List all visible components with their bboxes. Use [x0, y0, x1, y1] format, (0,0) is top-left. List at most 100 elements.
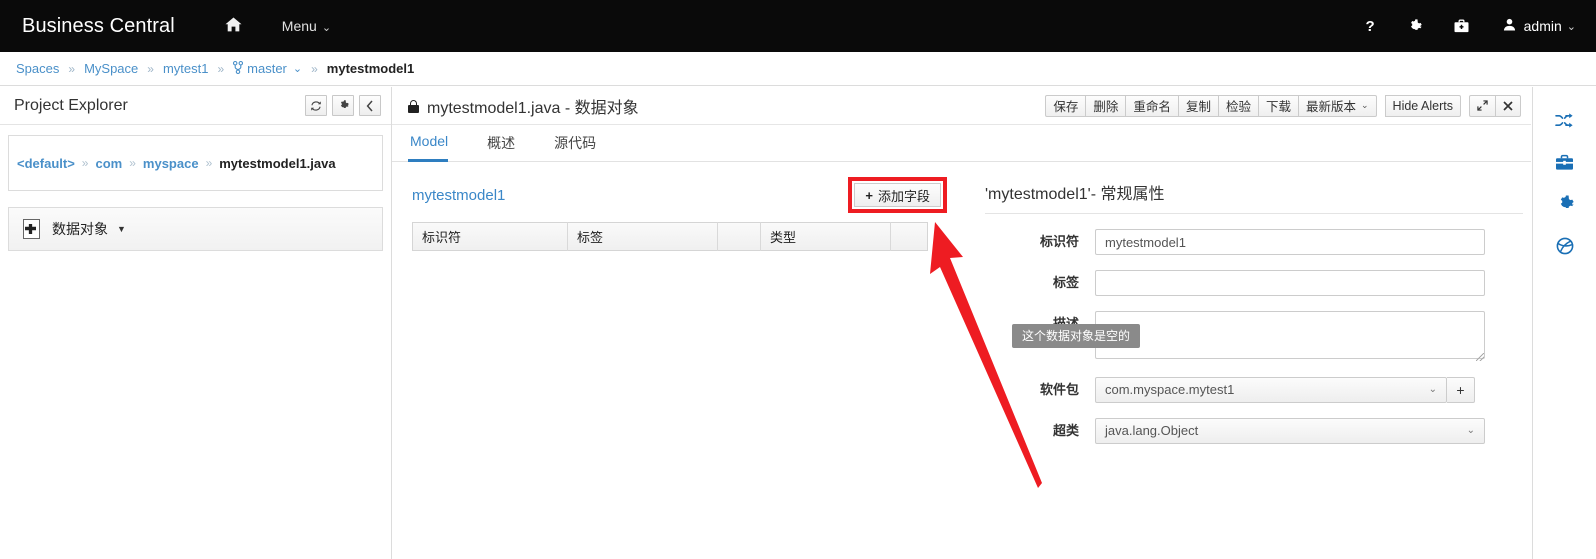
description-textarea[interactable]	[1095, 311, 1485, 359]
refresh-icon[interactable]	[305, 95, 327, 116]
right-icon-rail	[1532, 87, 1596, 559]
user-menu[interactable]: admin ⌄	[1503, 18, 1576, 34]
version-dropdown-button[interactable]: 最新版本 ⌄	[1298, 94, 1377, 117]
package-value: com.myspace.mytest1	[1105, 382, 1235, 397]
properties-column: 'mytestmodel1'- 常规属性 标识符 标签 描述 软件包 com	[947, 180, 1523, 444]
chevron-down-icon: ⌄	[321, 22, 332, 34]
properties-title: 'mytestmodel1'- 常规属性	[985, 180, 1523, 214]
avatar-icon	[1503, 18, 1516, 34]
label-label: 标签	[1052, 275, 1079, 290]
toolbar-main-group: 保存 删除 重命名 复制 检验 下载 最新版本 ⌄	[1045, 94, 1377, 117]
package-select[interactable]: com.myspace.mytest1 ⌄	[1095, 377, 1447, 403]
editor-main-area: mytestmodel1.java - 数据对象 保存 删除 重命名 复制 检验…	[392, 87, 1531, 559]
label-package: 软件包	[1039, 382, 1079, 397]
form-row-superclass: 超类 java.lang.Object ⌄	[985, 418, 1507, 444]
column-header-label[interactable]: 标签	[567, 222, 718, 251]
project-explorer-panel: Project Explorer <default> » com » myspa…	[0, 87, 392, 559]
resize-grip-icon[interactable]	[1476, 353, 1484, 361]
path-separator: »	[129, 156, 136, 170]
rename-button[interactable]: 重命名	[1126, 94, 1179, 117]
add-field-button[interactable]: + 添加字段	[854, 183, 941, 207]
identifier-input[interactable]	[1095, 229, 1485, 255]
fields-header: mytestmodel1 + 添加字段	[412, 177, 947, 213]
document-header: mytestmodel1.java - 数据对象 保存 删除 重命名 复制 检验…	[392, 87, 1531, 125]
form-row-package: 软件包 com.myspace.mytest1 ⌄ +	[985, 377, 1507, 403]
tab-model[interactable]: Model	[408, 125, 463, 162]
column-header-spacer-2	[891, 223, 928, 251]
maximize-icon[interactable]	[1469, 94, 1496, 117]
package-path-com[interactable]: com	[95, 156, 122, 171]
model-name-link[interactable]: mytestmodel1	[412, 187, 505, 204]
project-explorer-actions	[300, 95, 381, 116]
save-button[interactable]: 保存	[1045, 94, 1087, 117]
briefcase-icon[interactable]	[1454, 19, 1469, 33]
package-path-myspace[interactable]: myspace	[143, 156, 199, 171]
path-separator: »	[81, 156, 89, 170]
breadcrumb: Spaces » MySpace » mytest1 » master ⌄ » …	[0, 52, 1596, 86]
asset-type-label: 数据对象	[52, 221, 108, 237]
breadcrumb-item-master[interactable]: master	[247, 61, 287, 76]
label-input[interactable]	[1095, 270, 1485, 296]
empty-object-tooltip: 这个数据对象是空的	[1012, 324, 1141, 348]
version-label: 最新版本	[1305, 100, 1356, 114]
plus-icon: +	[865, 187, 873, 203]
collapse-panel-icon[interactable]	[359, 95, 381, 116]
shuffle-icon[interactable]	[1533, 99, 1596, 141]
delete-button[interactable]: 删除	[1086, 94, 1127, 117]
package-path-file: mytestmodel1.java	[219, 155, 336, 171]
home-icon[interactable]	[225, 17, 242, 36]
toolbar-window-group	[1469, 94, 1521, 117]
form-row-label: 标签	[985, 270, 1507, 296]
menu-dropdown[interactable]: Menu ⌄	[282, 18, 331, 34]
close-icon[interactable]	[1496, 94, 1521, 117]
fields-column: mytestmodel1 + 添加字段 标识符 标签 类型	[392, 177, 947, 444]
menu-label: Menu	[281, 18, 317, 34]
package-path-default[interactable]: <default>	[17, 156, 75, 171]
editor-tabs: Model 概述 源代码	[392, 125, 1531, 162]
document-title: mytestmodel1.java - 数据对象	[427, 99, 639, 117]
chevron-down-icon[interactable]: ⌄	[293, 62, 302, 75]
download-button[interactable]: 下载	[1258, 94, 1299, 117]
branch-icon	[233, 60, 244, 77]
package-path-breadcrumb: <default> » com » myspace » mytestmodel1…	[8, 135, 383, 191]
column-header-type[interactable]: 类型	[760, 222, 891, 251]
path-separator: »	[205, 156, 213, 170]
top-navbar: Business Central Menu ⌄ ? admin ⌄	[0, 0, 1596, 52]
data-object-icon	[23, 219, 40, 239]
tab-overview[interactable]: 概述	[485, 125, 530, 162]
breadcrumb-current: mytestmodel1	[326, 61, 415, 76]
add-package-button[interactable]: +	[1447, 377, 1475, 403]
settings-gear-icon[interactable]	[332, 95, 354, 116]
validate-button[interactable]: 检验	[1218, 94, 1259, 117]
navbar-right-group: ? admin ⌄	[1333, 18, 1576, 34]
breadcrumb-item-myspace[interactable]: MySpace	[84, 61, 138, 76]
copy-button[interactable]: 复制	[1178, 94, 1219, 117]
superclass-value: java.lang.Object	[1105, 423, 1199, 438]
column-header-identifier[interactable]: 标识符	[412, 222, 568, 251]
document-toolbar: 保存 删除 重命名 复制 检验 下载 最新版本 ⌄ Hide Alerts	[1045, 94, 1531, 117]
hide-alerts-button[interactable]: Hide Alerts	[1384, 94, 1461, 117]
help-icon[interactable]: ?	[1365, 19, 1374, 34]
gear-icon[interactable]	[1533, 183, 1596, 225]
toolbar-alerts-group: Hide Alerts	[1384, 94, 1461, 117]
breadcrumb-separator: »	[68, 61, 76, 76]
page-title: Project Explorer	[14, 96, 128, 114]
breadcrumb-item-mytest1[interactable]: mytest1	[163, 61, 209, 76]
breadcrumb-item-spaces[interactable]: Spaces	[16, 61, 59, 76]
globe-icon[interactable]	[1533, 225, 1596, 267]
project-explorer-header: Project Explorer	[0, 87, 391, 125]
superclass-select[interactable]: java.lang.Object ⌄	[1095, 418, 1485, 444]
chevron-down-icon: ⌄	[1428, 384, 1437, 395]
asset-type-selector[interactable]: 数据对象 ▼	[8, 207, 383, 251]
add-field-label: 添加字段	[877, 188, 930, 204]
chevron-down-icon: ▼	[117, 224, 126, 234]
add-field-highlight: + 添加字段	[848, 177, 947, 213]
user-name: admin	[1523, 18, 1562, 34]
model-editor: mytestmodel1 + 添加字段 标识符 标签 类型 'mytestmod…	[392, 162, 1531, 444]
tab-source[interactable]: 源代码	[552, 125, 611, 162]
gear-icon[interactable]	[1407, 18, 1422, 34]
briefcase-icon[interactable]	[1533, 141, 1596, 183]
app-brand: Business Central	[22, 14, 175, 37]
chevron-down-icon: ⌄	[1361, 100, 1369, 110]
chevron-down-icon: ⌄	[1466, 425, 1475, 436]
